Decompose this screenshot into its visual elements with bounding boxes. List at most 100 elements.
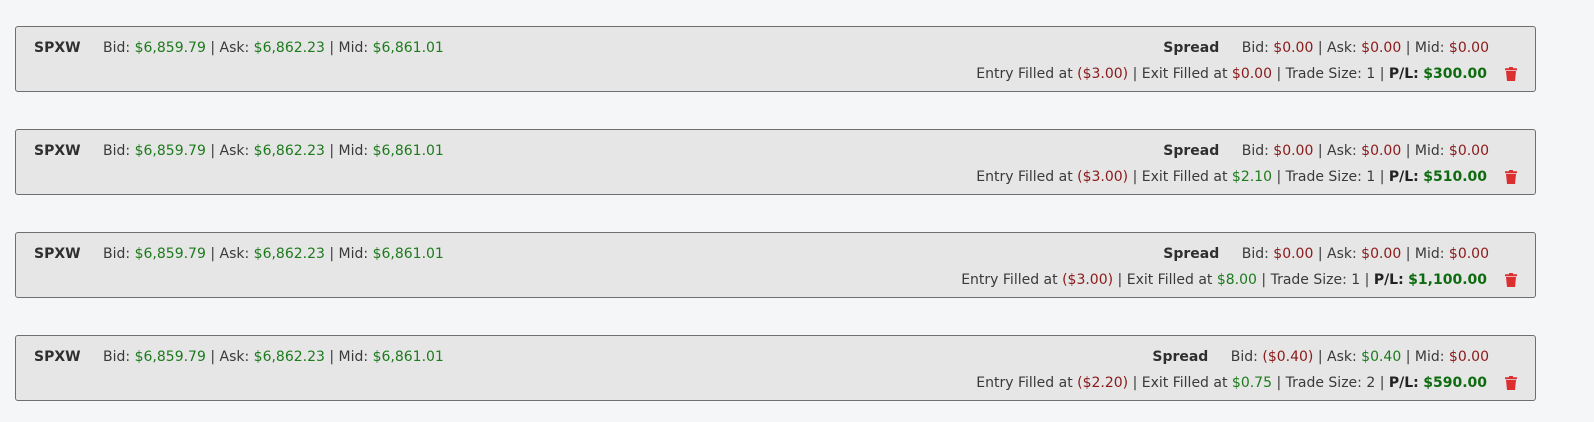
separator: | — [1132, 375, 1142, 391]
ask-label: Ask: — [219, 349, 250, 365]
separator: | — [1405, 143, 1415, 159]
bid-label: Bid: — [103, 349, 131, 365]
spread-mid-label: Mid: — [1414, 246, 1445, 262]
separator: | — [1364, 272, 1374, 288]
spread-quote: Spread Bid: $0.00 | Ask: $0.00 | Mid: $0… — [1163, 40, 1489, 56]
ask-label: Ask: — [219, 40, 250, 56]
spread-ask-value: $0.00 — [1361, 246, 1402, 262]
mid-label: Mid: — [338, 40, 369, 56]
separator: | — [1132, 66, 1142, 82]
separator: | — [1405, 40, 1415, 56]
separator: | — [1405, 246, 1415, 262]
symbol-label: SPXW — [34, 143, 81, 159]
entry-value: ($3.00) — [1062, 272, 1114, 288]
spread-ask-value: $0.00 — [1361, 143, 1402, 159]
exit-label: Exit Filled at — [1141, 375, 1228, 391]
exit-label: Exit Filled at — [1126, 272, 1213, 288]
separator: | — [1132, 169, 1142, 185]
bid-value: $6,859.79 — [134, 349, 206, 365]
separator: | — [1276, 66, 1286, 82]
separator: | — [1405, 349, 1415, 365]
separator: | — [1276, 169, 1286, 185]
spread-bid-value: $0.00 — [1273, 246, 1314, 262]
pl-label: P/L: — [1388, 66, 1419, 82]
entry-label: Entry Filled at — [976, 66, 1073, 82]
entry-label: Entry Filled at — [976, 169, 1073, 185]
trade-card: SPXW Bid: $6,859.79 | Ask: $6,862.23 | M… — [15, 335, 1536, 401]
mid-value: $6,861.01 — [372, 143, 444, 159]
separator: | — [1379, 66, 1389, 82]
separator: | — [1379, 375, 1389, 391]
spread-bid-label: Bid: — [1241, 246, 1269, 262]
separator: | — [1379, 169, 1389, 185]
symbol-label: SPXW — [34, 349, 81, 365]
separator: | — [210, 40, 220, 56]
trade-card: SPXW Bid: $6,859.79 | Ask: $6,862.23 | M… — [15, 26, 1536, 92]
trash-icon[interactable] — [1505, 376, 1517, 390]
ask-label: Ask: — [219, 143, 250, 159]
bid-value: $6,859.79 — [134, 246, 206, 262]
spread-ask-value: $0.00 — [1361, 40, 1402, 56]
spread-bid-value: $0.00 — [1273, 40, 1314, 56]
trade-list: SPXW Bid: $6,859.79 | Ask: $6,862.23 | M… — [15, 26, 1536, 401]
underlying-quote: SPXW Bid: $6,859.79 | Ask: $6,862.23 | M… — [34, 143, 444, 159]
trade-size-label: Trade Size: — [1285, 375, 1362, 391]
spread-ask-value: $0.40 — [1361, 349, 1402, 365]
underlying-quote: SPXW Bid: $6,859.79 | Ask: $6,862.23 | M… — [34, 40, 444, 56]
bid-label: Bid: — [103, 143, 131, 159]
mid-label: Mid: — [338, 349, 369, 365]
pl-value: $300.00 — [1423, 66, 1487, 82]
entry-label: Entry Filled at — [976, 375, 1073, 391]
exit-value: $2.10 — [1231, 169, 1273, 185]
separator: | — [1117, 272, 1127, 288]
separator: | — [329, 40, 339, 56]
ask-value: $6,862.23 — [253, 40, 325, 56]
spread-ask-label: Ask: — [1327, 246, 1357, 262]
separator: | — [1317, 246, 1327, 262]
trade-size-value: 1 — [1366, 169, 1376, 185]
trade-card: SPXW Bid: $6,859.79 | Ask: $6,862.23 | M… — [15, 129, 1536, 195]
pl-label: P/L: — [1388, 169, 1419, 185]
pl-label: P/L: — [1388, 375, 1419, 391]
separator: | — [1261, 272, 1271, 288]
fill-summary: Entry Filled at ($3.00) | Exit Filled at… — [961, 272, 1487, 288]
fill-summary: Entry Filled at ($3.00) | Exit Filled at… — [976, 169, 1487, 185]
spread-mid-label: Mid: — [1414, 349, 1445, 365]
mid-label: Mid: — [338, 143, 369, 159]
spread-ask-label: Ask: — [1327, 143, 1357, 159]
trade-card: SPXW Bid: $6,859.79 | Ask: $6,862.23 | M… — [15, 232, 1536, 298]
trash-icon[interactable] — [1505, 67, 1517, 81]
entry-label: Entry Filled at — [961, 272, 1058, 288]
spread-mid-value: $0.00 — [1448, 349, 1489, 365]
separator: | — [329, 246, 339, 262]
pl-value: $510.00 — [1423, 169, 1487, 185]
exit-value: $8.00 — [1216, 272, 1257, 288]
pl-label: P/L: — [1373, 272, 1404, 288]
trash-icon[interactable] — [1505, 273, 1517, 287]
pl-value: $590.00 — [1423, 375, 1487, 391]
spread-quote: Spread Bid: ($0.40) | Ask: $0.40 | Mid: … — [1152, 349, 1489, 365]
ask-value: $6,862.23 — [253, 246, 325, 262]
fill-summary: Entry Filled at ($2.20) | Exit Filled at… — [976, 375, 1487, 391]
exit-value: $0.75 — [1231, 375, 1273, 391]
trade-size-label: Trade Size: — [1270, 272, 1347, 288]
spread-bid-label: Bid: — [1241, 143, 1269, 159]
exit-value: $0.00 — [1231, 66, 1273, 82]
separator: | — [1317, 40, 1327, 56]
ask-value: $6,862.23 — [253, 349, 325, 365]
trash-icon[interactable] — [1505, 170, 1517, 184]
spread-label: Spread — [1163, 246, 1220, 262]
mid-value: $6,861.01 — [372, 349, 444, 365]
spread-ask-label: Ask: — [1327, 349, 1357, 365]
spread-mid-value: $0.00 — [1448, 246, 1489, 262]
fill-summary: Entry Filled at ($3.00) | Exit Filled at… — [976, 66, 1487, 82]
separator: | — [1276, 375, 1286, 391]
entry-value: ($2.20) — [1077, 375, 1129, 391]
spread-bid-label: Bid: — [1241, 40, 1269, 56]
spread-bid-label: Bid: — [1230, 349, 1258, 365]
bid-value: $6,859.79 — [134, 40, 206, 56]
spread-mid-label: Mid: — [1414, 40, 1445, 56]
spread-mid-label: Mid: — [1414, 143, 1445, 159]
spread-bid-value: ($0.40) — [1262, 349, 1314, 365]
ask-value: $6,862.23 — [253, 143, 325, 159]
